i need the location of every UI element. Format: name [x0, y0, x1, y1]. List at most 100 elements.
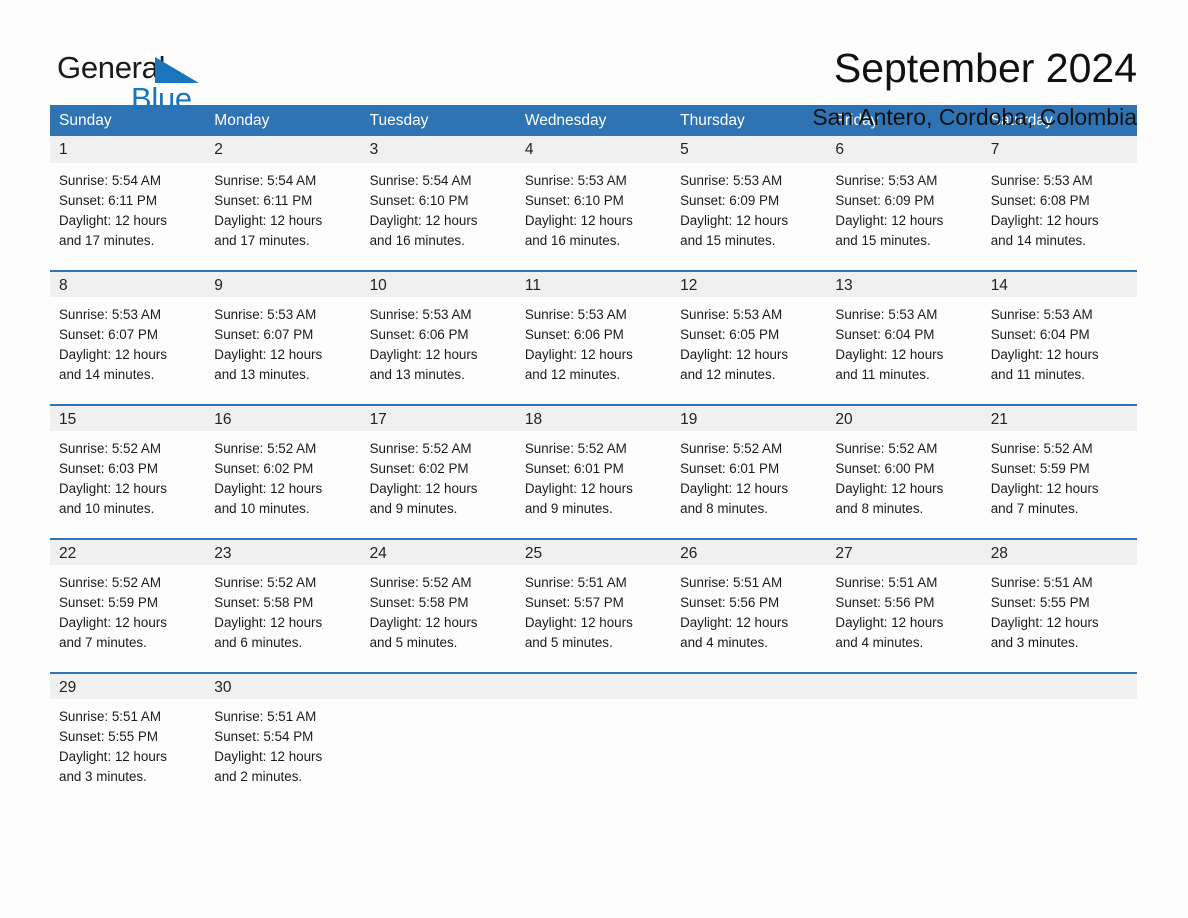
sunset-text: Sunset: 5:58 PM [214, 595, 314, 610]
day-cell[interactable]: Sunrise: 5:53 AM Sunset: 6:04 PM Dayligh… [982, 297, 1137, 404]
day-number[interactable]: 8 [50, 272, 205, 297]
daylight-text-line2: and 7 minutes. [59, 635, 147, 650]
day-number[interactable]: 26 [671, 540, 826, 565]
day-cell[interactable]: Sunrise: 5:52 AM Sunset: 6:02 PM Dayligh… [361, 431, 516, 538]
day-cell[interactable]: Sunrise: 5:52 AM Sunset: 6:03 PM Dayligh… [50, 431, 205, 538]
sunset-text: Sunset: 6:08 PM [990, 193, 1090, 208]
day-cell-empty [982, 699, 1137, 806]
day-number[interactable]: 14 [982, 272, 1137, 297]
daylight-text-line1: Daylight: 12 hours [524, 347, 633, 362]
day-number[interactable]: 2 [205, 136, 360, 163]
day-cell[interactable]: Sunrise: 5:53 AM Sunset: 6:06 PM Dayligh… [361, 297, 516, 404]
day-number[interactable]: 5 [671, 136, 826, 163]
day-number[interactable]: 25 [516, 540, 671, 565]
sunset-text: Sunset: 6:04 PM [835, 327, 935, 342]
logo-text-general: General [57, 50, 166, 85]
daylight-text-line2: and 8 minutes. [680, 501, 768, 516]
daylight-text-line1: Daylight: 12 hours [680, 615, 789, 630]
day-cell[interactable]: Sunrise: 5:54 AM Sunset: 6:10 PM Dayligh… [361, 163, 516, 270]
day-number-empty [982, 674, 1137, 699]
sunrise-text: Sunrise: 5:52 AM [59, 441, 161, 456]
day-number[interactable]: 15 [50, 406, 205, 431]
day-number[interactable]: 10 [361, 272, 516, 297]
day-cell[interactable]: Sunrise: 5:53 AM Sunset: 6:05 PM Dayligh… [671, 297, 826, 404]
day-cell[interactable]: Sunrise: 5:52 AM Sunset: 5:59 PM Dayligh… [50, 565, 205, 672]
day-cell[interactable]: Sunrise: 5:52 AM Sunset: 5:58 PM Dayligh… [205, 565, 360, 672]
day-number[interactable]: 18 [516, 406, 671, 431]
sunrise-text: Sunrise: 5:53 AM [524, 307, 627, 322]
day-cell[interactable]: Sunrise: 5:53 AM Sunset: 6:06 PM Dayligh… [516, 297, 671, 404]
day-number[interactable]: 6 [826, 136, 981, 163]
day-cell[interactable]: Sunrise: 5:51 AM Sunset: 5:55 PM Dayligh… [50, 699, 205, 806]
sunrise-text: Sunrise: 5:52 AM [369, 575, 472, 590]
day-number[interactable]: 23 [205, 540, 360, 565]
day-cell[interactable]: Sunrise: 5:53 AM Sunset: 6:10 PM Dayligh… [516, 163, 671, 270]
daylight-text-line2: and 12 minutes. [680, 367, 776, 382]
sunrise-text: Sunrise: 5:51 AM [59, 709, 161, 724]
week-detail-band: Sunrise: 5:51 AM Sunset: 5:55 PM Dayligh… [50, 699, 1137, 806]
day-cell[interactable]: Sunrise: 5:54 AM Sunset: 6:11 PM Dayligh… [50, 163, 205, 270]
sunrise-text: Sunrise: 5:51 AM [680, 575, 783, 590]
sunrise-text: Sunrise: 5:53 AM [59, 307, 161, 322]
general-blue-logo[interactable]: General Blue [57, 44, 207, 114]
week-daynumber-band: 15 16 17 18 19 20 21 [50, 404, 1137, 431]
daylight-text-line2: and 13 minutes. [214, 367, 310, 382]
day-cell[interactable]: Sunrise: 5:51 AM Sunset: 5:56 PM Dayligh… [671, 565, 826, 672]
day-cell[interactable]: Sunrise: 5:52 AM Sunset: 6:02 PM Dayligh… [205, 431, 360, 538]
daylight-text-line2: and 14 minutes. [990, 233, 1086, 248]
weekday-header-thursday: Thursday [680, 112, 745, 129]
day-number[interactable]: 19 [671, 406, 826, 431]
sunrise-text: Sunrise: 5:52 AM [214, 441, 317, 456]
day-cell[interactable]: Sunrise: 5:53 AM Sunset: 6:08 PM Dayligh… [982, 163, 1137, 270]
day-cell[interactable]: Sunrise: 5:51 AM Sunset: 5:54 PM Dayligh… [205, 699, 360, 806]
daylight-text-line2: and 13 minutes. [369, 367, 465, 382]
sunset-text: Sunset: 6:11 PM [59, 193, 158, 208]
day-number[interactable]: 22 [50, 540, 205, 565]
daylight-text-line2: and 17 minutes. [214, 233, 310, 248]
day-cell[interactable]: Sunrise: 5:52 AM Sunset: 6:01 PM Dayligh… [671, 431, 826, 538]
daylight-text-line1: Daylight: 12 hours [835, 481, 944, 496]
day-number[interactable]: 30 [205, 674, 360, 699]
sunrise-text: Sunrise: 5:53 AM [990, 307, 1093, 322]
day-cell[interactable]: Sunrise: 5:52 AM Sunset: 6:01 PM Dayligh… [516, 431, 671, 538]
day-cell[interactable]: Sunrise: 5:51 AM Sunset: 5:55 PM Dayligh… [982, 565, 1137, 672]
day-cell[interactable]: Sunrise: 5:52 AM Sunset: 5:58 PM Dayligh… [361, 565, 516, 672]
day-cell[interactable]: Sunrise: 5:53 AM Sunset: 6:09 PM Dayligh… [826, 163, 981, 270]
day-number[interactable]: 12 [671, 272, 826, 297]
day-cell[interactable]: Sunrise: 5:53 AM Sunset: 6:09 PM Dayligh… [671, 163, 826, 270]
sunset-text: Sunset: 5:56 PM [680, 595, 780, 610]
day-number[interactable]: 3 [361, 136, 516, 163]
day-cell[interactable]: Sunrise: 5:52 AM Sunset: 6:00 PM Dayligh… [826, 431, 981, 538]
day-cell[interactable]: Sunrise: 5:52 AM Sunset: 5:59 PM Dayligh… [982, 431, 1137, 538]
week-row: 1 2 3 4 5 6 7 Sunrise: 5:54 AM Sunset: 6… [50, 136, 1137, 270]
day-cell[interactable]: Sunrise: 5:53 AM Sunset: 6:07 PM Dayligh… [205, 297, 360, 404]
sunrise-text: Sunrise: 5:52 AM [990, 441, 1093, 456]
sunrise-text: Sunrise: 5:52 AM [214, 575, 317, 590]
weekday-header-monday: Monday [214, 112, 270, 129]
day-number[interactable]: 9 [205, 272, 360, 297]
daylight-text-line2: and 2 minutes. [214, 769, 303, 784]
day-number[interactable]: 27 [826, 540, 981, 565]
day-number[interactable]: 28 [982, 540, 1137, 565]
sunrise-text: Sunrise: 5:54 AM [214, 173, 317, 188]
day-number[interactable]: 16 [205, 406, 360, 431]
day-cell[interactable]: Sunrise: 5:53 AM Sunset: 6:04 PM Dayligh… [826, 297, 981, 404]
day-cell[interactable]: Sunrise: 5:54 AM Sunset: 6:11 PM Dayligh… [205, 163, 360, 270]
day-number[interactable]: 21 [982, 406, 1137, 431]
day-number[interactable]: 4 [516, 136, 671, 163]
sunset-text: Sunset: 5:58 PM [369, 595, 469, 610]
day-number[interactable]: 24 [361, 540, 516, 565]
day-cell[interactable]: Sunrise: 5:53 AM Sunset: 6:07 PM Dayligh… [50, 297, 205, 404]
day-number[interactable]: 20 [826, 406, 981, 431]
day-number[interactable]: 13 [826, 272, 981, 297]
day-number[interactable]: 1 [50, 136, 205, 163]
sunrise-text: Sunrise: 5:53 AM [369, 307, 472, 322]
sunrise-text: Sunrise: 5:51 AM [835, 575, 938, 590]
day-number[interactable]: 29 [50, 674, 205, 699]
sunset-text: Sunset: 6:06 PM [524, 327, 624, 342]
day-number[interactable]: 7 [982, 136, 1137, 163]
day-cell[interactable]: Sunrise: 5:51 AM Sunset: 5:56 PM Dayligh… [826, 565, 981, 672]
day-number[interactable]: 17 [361, 406, 516, 431]
day-cell[interactable]: Sunrise: 5:51 AM Sunset: 5:57 PM Dayligh… [516, 565, 671, 672]
day-number[interactable]: 11 [516, 272, 671, 297]
